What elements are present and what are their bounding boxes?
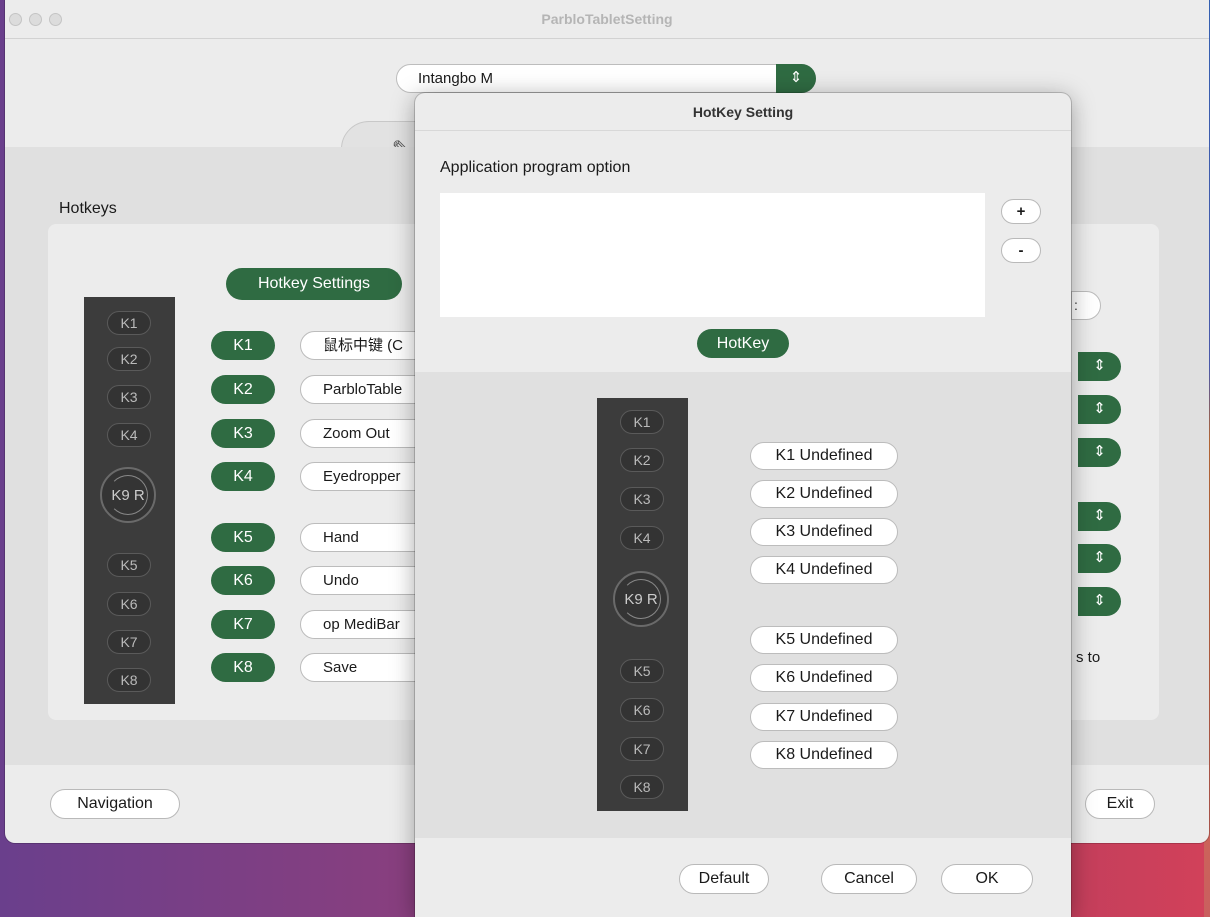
- tablet-key-k6: K6: [107, 592, 151, 616]
- right-option-pill[interactable]: :: [1071, 291, 1101, 320]
- default-button[interactable]: Default: [679, 864, 769, 894]
- tablet-key-k2: K2: [107, 347, 151, 371]
- dialog-tablet-key-k3: K3: [620, 487, 664, 511]
- dialog-tablet-key-k7: K7: [620, 737, 664, 761]
- k6-undefined-button[interactable]: K6 Undefined: [750, 664, 898, 692]
- app-option-label: Application program option: [440, 159, 631, 176]
- dialog-tablet-key-k1: K1: [620, 410, 664, 434]
- tablet-key-k8: K8: [107, 668, 151, 692]
- hotkey-section-label: HotKey: [697, 329, 789, 358]
- tablet-key-k7: K7: [107, 630, 151, 654]
- dialog-tablet-key-k6: K6: [620, 698, 664, 722]
- tablet-dial-label: K9 R: [111, 486, 145, 504]
- dialog-tablet-key-k4: K4: [620, 526, 664, 550]
- dialog-tablet-key-k5: K5: [620, 659, 664, 683]
- navigation-button[interactable]: Navigation: [50, 789, 180, 819]
- remove-app-button[interactable]: -: [1001, 238, 1041, 263]
- k3-undefined-button[interactable]: K3 Undefined: [750, 518, 898, 546]
- window-title: ParbloTabletSetting: [541, 11, 673, 27]
- k8-undefined-button[interactable]: K8 Undefined: [750, 741, 898, 769]
- dialog-dial-label: K9 R: [624, 590, 658, 608]
- hotkey-settings-button[interactable]: Hotkey Settings: [226, 268, 402, 300]
- minimize-window-button[interactable]: [29, 13, 42, 26]
- hotkey-badge-k4: K4: [211, 462, 275, 491]
- tablet-key-k5: K5: [107, 553, 151, 577]
- tablet-key-k3: K3: [107, 385, 151, 409]
- window-titlebar: ParbloTabletSetting: [5, 0, 1209, 39]
- dialog-tablet-key-k2: K2: [620, 448, 664, 472]
- hotkey-setting-dialog: HotKey Setting Application program optio…: [415, 93, 1071, 917]
- hotkey-badge-k3: K3: [211, 419, 275, 448]
- cancel-button[interactable]: Cancel: [821, 864, 917, 894]
- device-stepper-icon[interactable]: ⇕: [776, 64, 816, 93]
- k7-undefined-button[interactable]: K7 Undefined: [750, 703, 898, 731]
- k1-undefined-button[interactable]: K1 Undefined: [750, 442, 898, 470]
- tablet-illustration: K1 K2 K3 K4 K9 R K5 K6 K7 K8: [84, 297, 175, 704]
- dialog-tablet-key-k8: K8: [620, 775, 664, 799]
- hotkey-badge-k6: K6: [211, 566, 275, 595]
- zoom-window-button[interactable]: [49, 13, 62, 26]
- tablet-key-k4: K4: [107, 423, 151, 447]
- dialog-title: HotKey Setting: [415, 93, 1071, 131]
- right-stepper-3-icon[interactable]: ⇕: [1078, 438, 1121, 467]
- close-window-button[interactable]: [9, 13, 22, 26]
- right-stepper-4-icon[interactable]: ⇕: [1078, 502, 1121, 531]
- device-select-value: Intangbo M: [418, 70, 494, 87]
- hotkey-badge-k5: K5: [211, 523, 275, 552]
- tablet-key-k1: K1: [107, 311, 151, 335]
- dialog-hotkey-area: [415, 372, 1071, 838]
- hotkey-badge-k8: K8: [211, 653, 275, 682]
- app-program-list[interactable]: [440, 193, 985, 317]
- section-title: Hotkeys: [59, 200, 117, 217]
- hotkey-badge-k1: K1: [211, 331, 275, 360]
- k4-undefined-button[interactable]: K4 Undefined: [750, 556, 898, 584]
- right-stepper-2-icon[interactable]: ⇕: [1078, 395, 1121, 424]
- ok-button[interactable]: OK: [941, 864, 1033, 894]
- add-app-button[interactable]: +: [1001, 199, 1041, 224]
- k5-undefined-button[interactable]: K5 Undefined: [750, 626, 898, 654]
- device-select[interactable]: Intangbo M ⇕: [396, 64, 816, 93]
- hotkey-badge-k7: K7: [211, 610, 275, 639]
- dialog-tablet-dial: K9 R: [613, 571, 669, 627]
- k2-undefined-button[interactable]: K2 Undefined: [750, 480, 898, 508]
- right-stepper-6-icon[interactable]: ⇕: [1078, 587, 1121, 616]
- tablet-dial: K9 R: [100, 467, 156, 523]
- exit-button[interactable]: Exit: [1085, 789, 1155, 819]
- right-stepper-5-icon[interactable]: ⇕: [1078, 544, 1121, 573]
- right-stepper-1-icon[interactable]: ⇕: [1078, 352, 1121, 381]
- right-truncated-text: s to: [1076, 649, 1101, 666]
- dialog-tablet-illustration: K1 K2 K3 K4 K9 R K5 K6 K7 K8: [597, 398, 688, 811]
- hotkey-badge-k2: K2: [211, 375, 275, 404]
